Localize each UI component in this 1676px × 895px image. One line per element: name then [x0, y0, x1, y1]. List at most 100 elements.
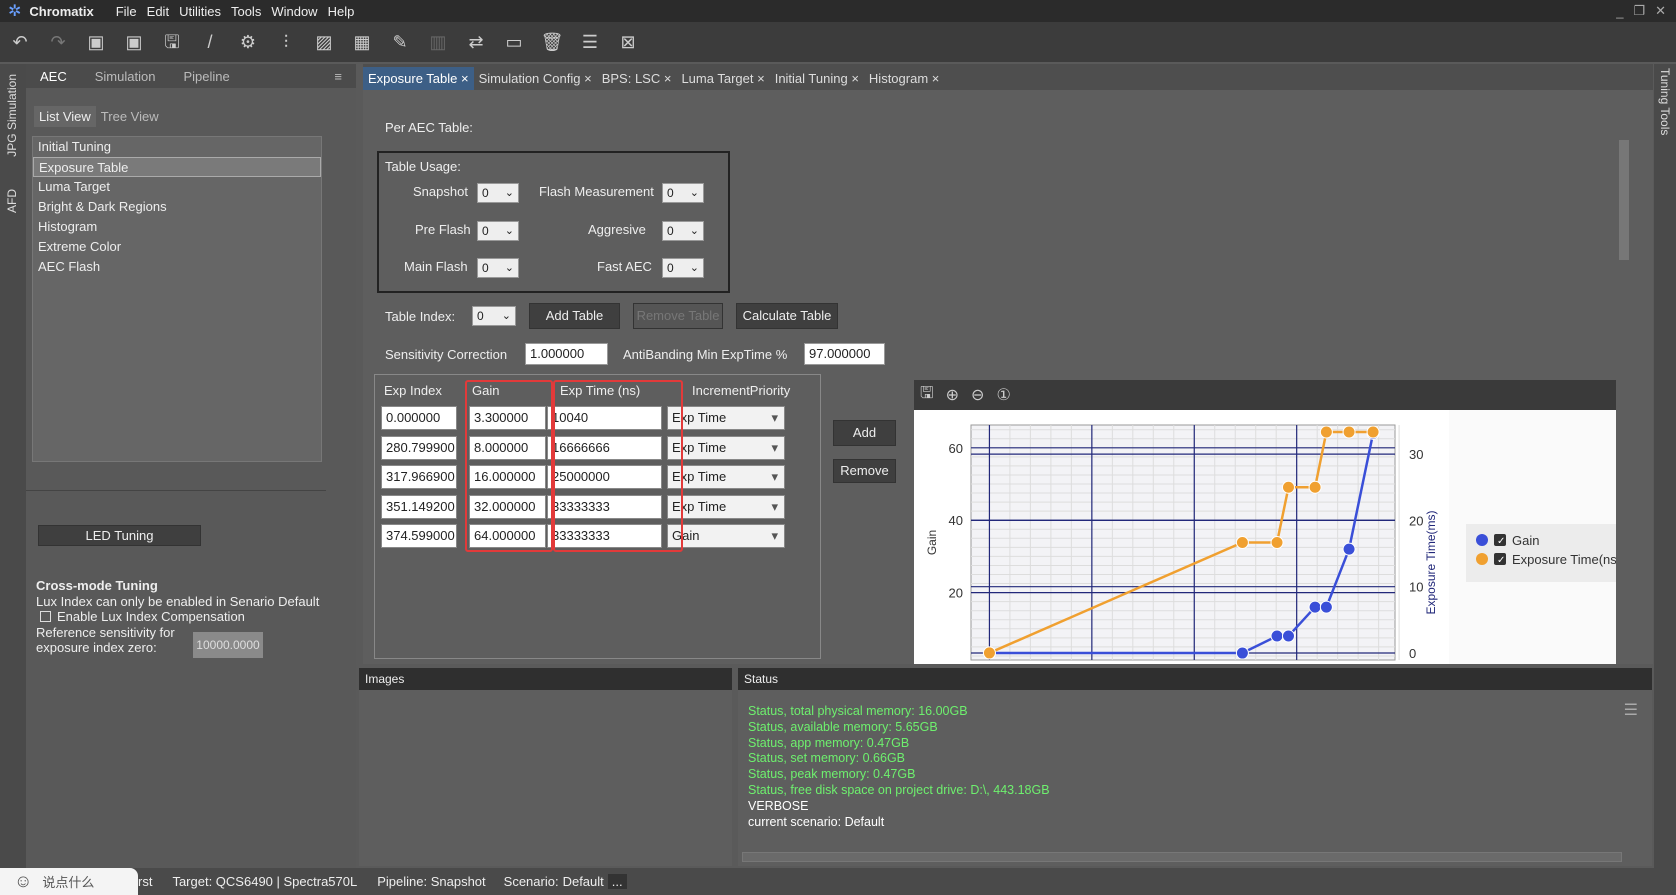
scenario-more-button[interactable]: ... [607, 874, 627, 889]
disabled-tool-icon[interactable]: ▥ [426, 30, 450, 54]
edit-doc-icon[interactable]: ✎ [388, 30, 412, 54]
list-item[interactable]: Exposure Table [33, 157, 321, 177]
list-icon[interactable]: ☰ [578, 30, 602, 54]
data-point-exposure [1366, 425, 1380, 439]
dropdown-arrow-icon: ▾ [771, 469, 778, 484]
zoom-in-icon[interactable]: ⊕ [946, 385, 959, 405]
status-panel: Status ☰ Status, total physical memory: … [738, 668, 1652, 866]
table-index-dropdown[interactable]: 0 [472, 306, 516, 326]
close-tab-icon[interactable]: × [584, 71, 592, 86]
list-item[interactable]: AEC Flash [33, 257, 321, 277]
close-tab-icon[interactable]: × [461, 71, 469, 86]
lux-compensation-checkbox[interactable] [40, 611, 51, 623]
priority-dropdown[interactable]: Exp Time ▾ [667, 465, 785, 489]
link-folder-icon[interactable]: ▭ [502, 30, 526, 54]
data-point-gain [1281, 629, 1295, 643]
ref-sensitivity-input[interactable]: 10000.0000 [193, 632, 263, 658]
list-item[interactable]: Bright & Dark Regions [33, 197, 321, 217]
import-folder-icon[interactable]: ▣ [122, 30, 146, 54]
panel-menu-icon[interactable]: ≡ [320, 69, 356, 84]
menu-file[interactable]: File [116, 4, 137, 19]
save-icon[interactable]: 🖫 [160, 30, 184, 54]
undo-icon[interactable]: ↶ [8, 30, 32, 54]
tuning-tools-tab[interactable]: Tuning Tools [1658, 68, 1672, 135]
priority-dropdown[interactable]: Exp Time ▾ [667, 406, 785, 430]
trash-icon[interactable]: 🗑 [540, 30, 564, 54]
pre-flash-dropdown[interactable]: 0 [477, 221, 519, 241]
jpg-simulation-tab[interactable]: JPG Simulation [5, 74, 19, 157]
gear-icon[interactable]: ⚙ [236, 30, 260, 54]
close-icon[interactable]: ✕ [1655, 3, 1666, 19]
tab-initial-tuning[interactable]: Initial Tuning × [770, 67, 864, 90]
open-folder-icon[interactable]: ▣ [84, 30, 108, 54]
tab-histogram[interactable]: Histogram × [864, 67, 944, 90]
save-chart-icon[interactable]: 🖫 [920, 382, 934, 409]
tab-simulation-config[interactable]: Simulation Config × [474, 67, 597, 90]
led-tuning-button[interactable]: LED Tuning [38, 525, 201, 546]
main-flash-dropdown[interactable]: 0 [477, 258, 519, 278]
tab-exposure-table[interactable]: Exposure Table × [363, 67, 474, 90]
close-window-icon[interactable]: ⊠ [616, 30, 640, 54]
list-item[interactable]: Histogram [33, 217, 321, 237]
grid-cell[interactable]: 0.000000 [381, 406, 457, 430]
grid-cell[interactable]: 317.966900 [381, 465, 457, 489]
chat-input[interactable]: ☺ 说点什么 [0, 868, 138, 895]
tree-view-tab[interactable]: Tree View [96, 106, 164, 127]
panel-menu-icon[interactable]: ☰ [1624, 700, 1638, 720]
grid-cell[interactable]: 351.149200 [381, 494, 457, 519]
tab-luma-target[interactable]: Luma Target × [676, 67, 769, 90]
dropdown-arrow-icon: ▾ [771, 528, 778, 543]
close-tab-icon[interactable]: × [664, 71, 672, 86]
close-tab-icon[interactable]: × [757, 71, 765, 86]
grid-cell[interactable]: 280.799900 [381, 435, 457, 460]
flash-measurement-dropdown[interactable]: 0 [662, 183, 704, 203]
status-panel-title: Status [738, 668, 1652, 690]
tab-pipeline[interactable]: Pipeline [169, 69, 243, 84]
tab-label: Luma Target [681, 71, 754, 86]
minimize-icon[interactable]: _ [1616, 4, 1623, 19]
restore-icon[interactable]: ❐ [1633, 3, 1645, 19]
calculate-table-button[interactable]: Calculate Table [736, 303, 838, 329]
list-item[interactable]: Luma Target [33, 177, 321, 197]
close-tab-icon[interactable]: × [851, 71, 859, 86]
antibanding-input[interactable]: 97.000000 [804, 343, 885, 365]
menu-help[interactable]: Help [328, 4, 355, 19]
menu-tools[interactable]: Tools [231, 4, 261, 19]
fast-aec-dropdown[interactable]: 0 [662, 258, 704, 278]
list-view-tab[interactable]: List View [34, 106, 96, 127]
tab-bps-lsc[interactable]: BPS: LSC × [597, 67, 677, 90]
grid-cell[interactable]: 374.599000 [381, 524, 457, 548]
snapshot-dropdown[interactable]: 0 [477, 183, 519, 203]
priority-dropdown[interactable]: Gain ▾ [667, 524, 785, 548]
status-line: VERBOSE [748, 798, 809, 813]
aggresive-dropdown[interactable]: 0 [662, 221, 704, 241]
menu-window[interactable]: Window [271, 4, 317, 19]
book-icon[interactable]: ▦ [350, 30, 374, 54]
remove-table-button[interactable]: Remove Table [633, 303, 723, 329]
priority-dropdown[interactable]: Exp Time ▾ [667, 494, 785, 519]
redo-icon[interactable]: ↷ [46, 30, 70, 54]
zoom-out-icon[interactable]: ⊖ [971, 385, 984, 405]
list-item[interactable]: Extreme Color [33, 237, 321, 257]
image-icon[interactable]: ▨ [312, 30, 336, 54]
tab-aec[interactable]: AEC [26, 69, 81, 84]
remove-row-button[interactable]: Remove [833, 459, 896, 483]
close-tab-icon[interactable]: × [932, 71, 940, 86]
compare-icon[interactable]: ⇄ [464, 30, 488, 54]
priority-dropdown[interactable]: Exp Time ▾ [667, 435, 785, 460]
tab-simulation[interactable]: Simulation [81, 69, 170, 84]
sensitivity-correction-input[interactable]: 1.000000 [525, 343, 608, 365]
sliders-icon[interactable]: ⫶ [274, 30, 298, 54]
pencil-icon[interactable]: / [198, 30, 222, 54]
data-point-exposure [1270, 535, 1284, 549]
zoom-reset-icon[interactable]: ① [996, 385, 1010, 405]
menu-utilities[interactable]: Utilities [179, 4, 221, 19]
add-row-button[interactable]: Add [833, 420, 896, 446]
data-point-gain [1270, 629, 1284, 643]
horizontal-scrollbar[interactable] [742, 852, 1622, 862]
add-table-button[interactable]: Add Table [529, 303, 620, 329]
vertical-scrollbar[interactable] [1619, 140, 1629, 260]
list-item[interactable]: Initial Tuning [33, 137, 321, 157]
menu-edit[interactable]: Edit [147, 4, 169, 19]
afd-tab[interactable]: AFD [5, 189, 19, 213]
